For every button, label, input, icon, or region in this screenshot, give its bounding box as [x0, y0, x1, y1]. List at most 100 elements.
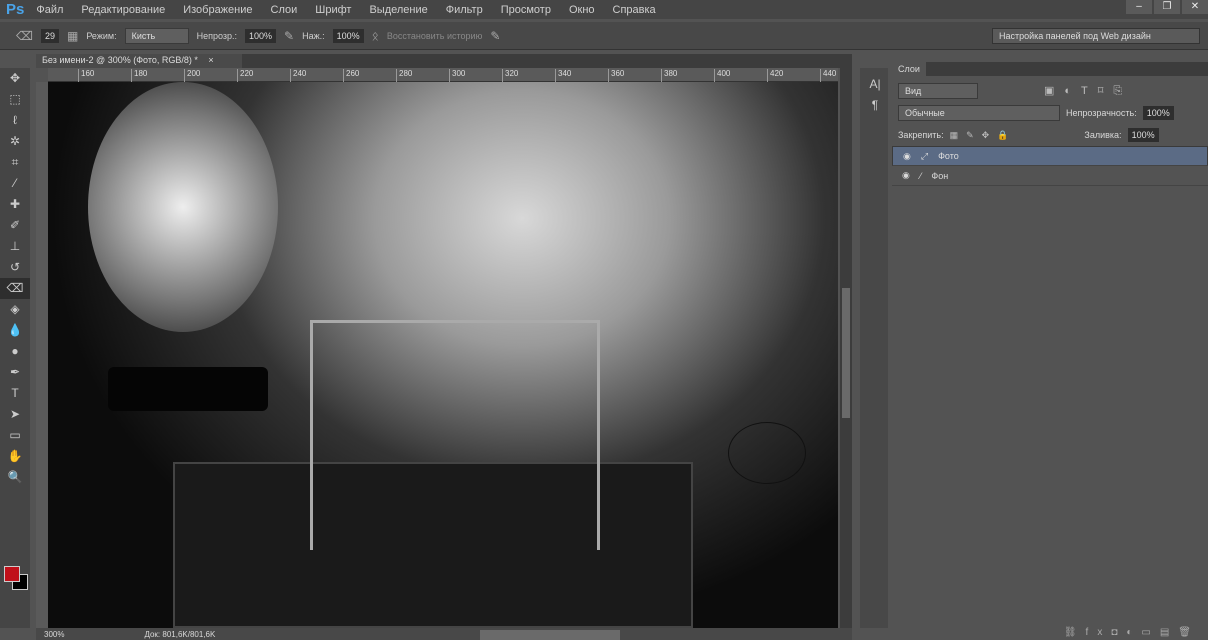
ruler-tick: 380 [661, 69, 677, 82]
crop-tool-icon[interactable]: ⌗ [0, 152, 30, 173]
tools-panel: ✥ ⬚ ℓ ✲ ⌗ ⁄ ✚ ✐ ⊥ ↺ ⌫ ◈ 💧 ● ✒ T ➤ ▭ ✋ 🔍 [0, 68, 30, 628]
fill-input[interactable]: 100% [1127, 128, 1159, 142]
ruler-tick: 420 [767, 69, 783, 82]
menu-image[interactable]: Изображение [183, 4, 252, 16]
blur-tool-icon[interactable]: 💧 [0, 320, 30, 341]
close-tab-icon[interactable]: × [208, 55, 213, 65]
layer-row[interactable]: ◉ ⤢ Фото [892, 146, 1208, 166]
layers-panel: Слои Вид ▣◐T⌑⎘ Обычные Непрозрачность: 1… [892, 62, 1208, 640]
opacity-label: Непрозр.: [196, 30, 237, 41]
lasso-tool-icon[interactable]: ℓ [0, 110, 30, 131]
workspace-select[interactable]: Настройка панелей под Web дизайн [992, 28, 1200, 44]
lock-icons[interactable]: ▦✎✥🔒 [950, 130, 1017, 141]
blend-mode-select[interactable]: Обычные [898, 105, 1060, 121]
layer-name: Фото [938, 151, 959, 161]
layer-opacity-input[interactable]: 100% [1142, 106, 1174, 120]
ruler-tick: 260 [343, 69, 359, 82]
vertical-scrollbar[interactable] [840, 68, 852, 628]
horizontal-ruler: 160 180 200 220 240 260 280 300 320 340 360 380 400 4… [48, 68, 838, 82]
canvas-photo[interactable] [48, 82, 838, 628]
healing-brush-icon[interactable]: ✚ [0, 194, 30, 215]
brush-tool-icon[interactable]: ✐ [0, 215, 30, 236]
character-panel-icon[interactable]: A| [860, 74, 890, 95]
brush-panel-icon[interactable]: ▦ [67, 29, 78, 43]
layer-name: Фон [931, 170, 949, 181]
menu-file[interactable]: Файл [36, 4, 63, 16]
layer-thumbnail-icon: ⤢ [920, 150, 929, 161]
layer-filter-select[interactable]: Вид [898, 83, 978, 99]
visibility-eye-icon[interactable]: ◉ [902, 170, 910, 181]
fill-label: Заливка: [1084, 130, 1122, 140]
menu-bar: Ps Файл Редактирование Изображение Слои … [0, 0, 1208, 19]
eyedropper-icon[interactable]: ⁄ [0, 173, 30, 194]
ruler-tick: 440 [820, 69, 836, 82]
menu-filter[interactable]: Фильтр [446, 4, 483, 16]
restore-button[interactable]: ❐ [1154, 0, 1180, 14]
minimize-button[interactable]: – [1126, 0, 1152, 14]
menu-window[interactable]: Окно [569, 4, 595, 16]
eraser-tool-icon[interactable]: ⌫ [0, 278, 30, 299]
layer-row[interactable]: ◉ ⁄ Фон [892, 166, 1208, 186]
zoom-level[interactable]: 300% [44, 630, 64, 639]
doc-size: Док: 801,6K/801,6K [144, 629, 216, 639]
camera-frame [310, 320, 600, 550]
path-select-icon[interactable]: ➤ [0, 404, 30, 425]
shape-tool-icon[interactable]: ▭ [0, 425, 30, 446]
opacity-input[interactable]: 100% [245, 28, 277, 43]
airbrush-icon[interactable]: ᛟ [372, 29, 379, 43]
paragraph-panel-icon[interactable]: ¶ [860, 95, 890, 116]
eraser-icon[interactable]: ⌫ [16, 29, 33, 43]
stamp-tool-icon[interactable]: ⊥ [0, 236, 30, 257]
menu-select[interactable]: Выделение [369, 4, 427, 16]
mode-label: Режим: [86, 30, 117, 41]
horizontal-scrollbar[interactable] [480, 630, 620, 640]
marquee-tool-icon[interactable]: ⬚ [0, 89, 30, 110]
pressure-size-icon[interactable]: ✎ [490, 29, 500, 43]
close-button[interactable]: ✕ [1182, 0, 1208, 14]
document-title: Без имени-2 @ 300% (Фото, RGB/8) * [42, 55, 198, 65]
dodge-tool-icon[interactable]: ● [0, 341, 30, 362]
visibility-eye-icon[interactable]: ◉ [903, 151, 911, 162]
vertical-ruler [36, 82, 48, 628]
lock-label: Закрепить: [898, 130, 944, 140]
layers-tab[interactable]: Слои [892, 62, 926, 76]
ruler-tick: 160 [78, 69, 94, 82]
erased-area [108, 367, 268, 411]
ruler-tick: 200 [184, 69, 200, 82]
document-tab[interactable]: Без имени-2 @ 300% (Фото, RGB/8) * × [36, 54, 242, 68]
status-bar: 300% Док: 801,6K/801,6K [36, 628, 852, 640]
layer-thumbnail-icon: ⁄ [919, 170, 922, 181]
pen-tool-icon[interactable]: ✒ [0, 362, 30, 383]
pressure-opacity-icon[interactable]: ✎ [284, 29, 294, 43]
restore-history-checkbox[interactable]: Восстановить историю [387, 31, 482, 41]
brush-cursor [728, 422, 806, 484]
menu-type[interactable]: Шрифт [315, 4, 351, 16]
window-controls: – ❐ ✕ [1124, 0, 1208, 14]
mode-select[interactable]: Кисть [124, 27, 189, 44]
menu-edit[interactable]: Редактирование [81, 4, 165, 16]
zoom-tool-icon[interactable]: 🔍 [0, 467, 30, 488]
menu-layers[interactable]: Слои [271, 4, 298, 16]
brush-size[interactable]: 29 [40, 28, 59, 43]
opacity-label: Непрозрачность: [1066, 108, 1137, 118]
flow-input[interactable]: 100% [332, 28, 364, 43]
ruler-tick: 340 [555, 69, 571, 82]
menu-help[interactable]: Справка [613, 4, 656, 16]
history-brush-icon[interactable]: ↺ [0, 257, 30, 278]
filter-icons[interactable]: ▣◐T⌑⎘ [1044, 84, 1132, 98]
ruler-tick: 280 [396, 69, 412, 82]
ruler-tick: 180 [131, 69, 147, 82]
ruler-tick: 300 [449, 69, 465, 82]
flash-reflector [88, 82, 278, 332]
layer-actions-icons[interactable]: ⛓fx◘◐▭▤🗑 [1064, 627, 1200, 638]
photoshop-logo: Ps [6, 1, 25, 18]
foreground-color[interactable] [4, 566, 20, 582]
ruler-tick: 320 [502, 69, 518, 82]
type-tool-icon[interactable]: T [0, 383, 30, 404]
hand-tool-icon[interactable]: ✋ [0, 446, 30, 467]
move-tool-icon[interactable]: ✥ [0, 68, 30, 89]
flow-label: Наж.: [302, 30, 325, 41]
menu-view[interactable]: Просмотр [501, 4, 551, 16]
magic-wand-icon[interactable]: ✲ [0, 131, 30, 152]
bucket-tool-icon[interactable]: ◈ [0, 299, 30, 320]
